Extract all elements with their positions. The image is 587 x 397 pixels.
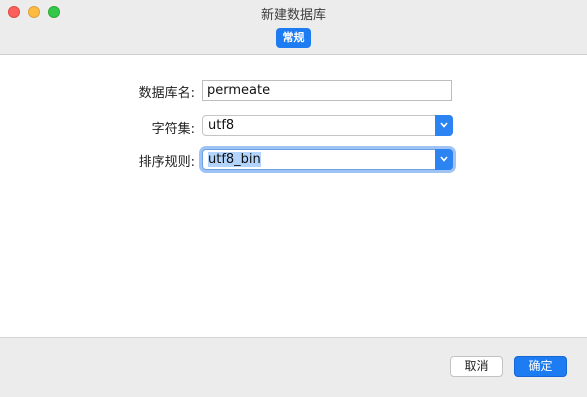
new-database-dialog: 新建数据库 常规 数据库名: permeate 字符集: utf8 排序规则: … — [0, 0, 587, 397]
collation-selected-text: utf8_bin — [208, 152, 261, 167]
chevron-down-icon[interactable] — [435, 115, 453, 136]
collation-value: utf8_bin — [208, 150, 261, 169]
window-title: 新建数据库 — [260, 8, 326, 23]
collation-label: 排序规则: — [138, 155, 195, 170]
confirm-button[interactable]: 确定 — [514, 356, 567, 377]
tab-general[interactable]: 常规 — [276, 28, 311, 48]
charset-select[interactable]: utf8 — [202, 115, 453, 136]
db-name-label: 数据库名: — [138, 86, 195, 101]
charset-label: 字符集: — [151, 122, 195, 137]
cancel-button[interactable]: 取消 — [450, 356, 503, 377]
chevron-down-icon[interactable] — [435, 149, 453, 170]
db-name-input[interactable]: permeate — [202, 80, 452, 101]
title-bar: 新建数据库 常规 — [0, 0, 587, 55]
charset-value: utf8 — [208, 118, 235, 133]
collation-select[interactable]: utf8_bin — [202, 149, 453, 170]
